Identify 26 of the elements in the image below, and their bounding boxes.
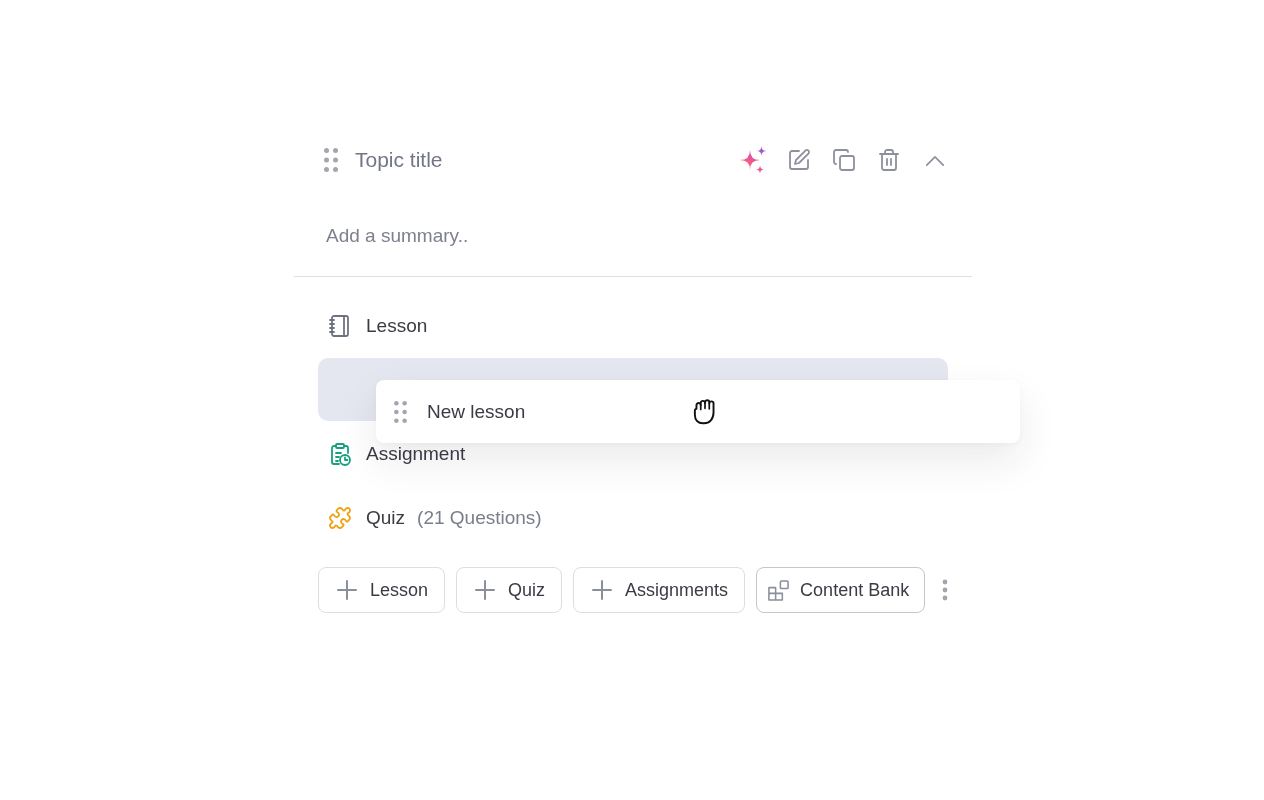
notebook-icon: [328, 314, 352, 338]
pencil-square-icon[interactable]: [787, 148, 811, 172]
chevron-up-icon[interactable]: [924, 153, 946, 167]
plus-icon: [475, 580, 496, 600]
question-count: (21 Questions): [417, 507, 542, 529]
add-button[interactable]: Assignments: [573, 567, 746, 613]
item-title: Assignment: [366, 443, 466, 465]
squares-icon: [767, 578, 791, 602]
kebab-menu-icon[interactable]: [942, 579, 949, 601]
trash-icon[interactable]: [877, 148, 901, 172]
item-title: Quiz: [366, 507, 406, 529]
clipboard-clock-icon: [328, 442, 352, 466]
topic-title: Topic title: [355, 148, 443, 172]
plus-icon: [592, 580, 613, 600]
add-button[interactable]: Quiz: [456, 567, 563, 613]
dragged-card[interactable]: New lesson: [376, 380, 1020, 443]
drag-handle-icon[interactable]: [324, 148, 338, 172]
puzzle-piece-icon: [328, 506, 352, 530]
plus-icon: [337, 580, 357, 600]
summary-field[interactable]: Add a summary..: [294, 214, 972, 258]
content-bank-button[interactable]: Content Bank: [756, 567, 926, 613]
item-title: New lesson: [427, 400, 526, 423]
drag-handle-icon[interactable]: [394, 400, 407, 423]
item-title: Lesson: [366, 315, 428, 337]
copy-icon[interactable]: [832, 148, 856, 172]
add-button[interactable]: Lesson: [318, 567, 446, 613]
